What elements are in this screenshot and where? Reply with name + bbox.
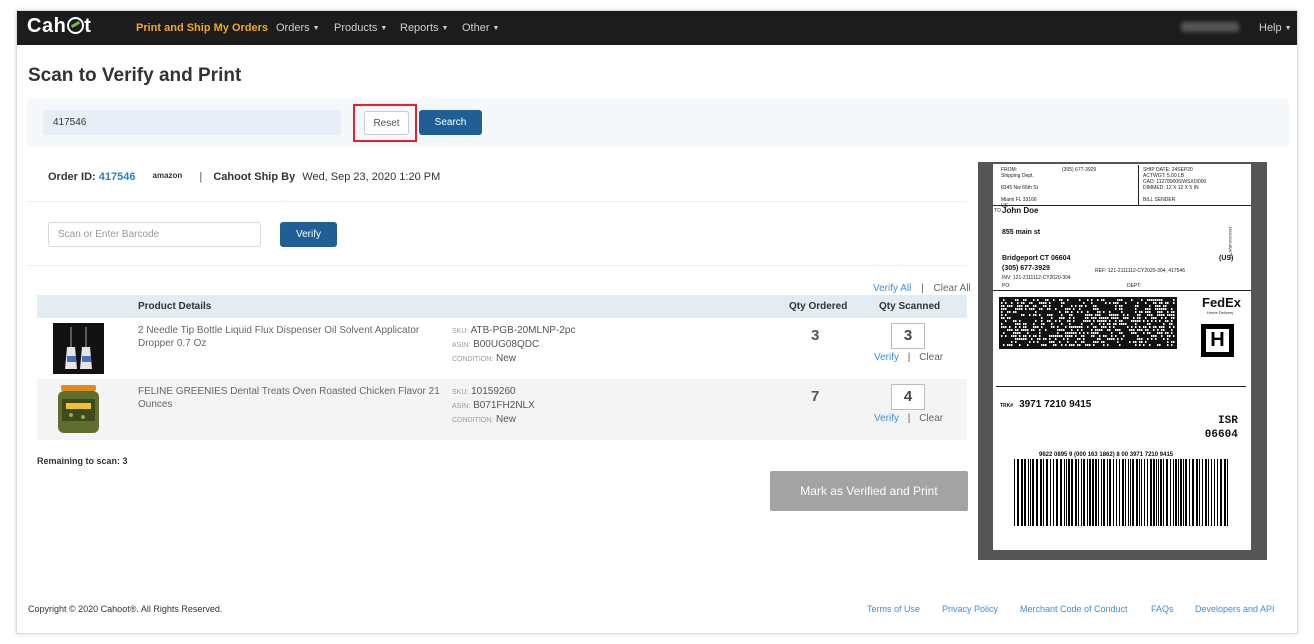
row-verify-link[interactable]: Verify <box>874 413 899 424</box>
table-row: 2 Needle Tip Bottle Liquid Flux Dispense… <box>37 318 967 379</box>
label-service: Home Delivery <box>1207 310 1234 315</box>
divider <box>27 201 967 202</box>
asin-value: B00UG08QDC <box>473 339 540 350</box>
nav-other[interactable]: Other ▼ <box>462 22 499 34</box>
product-title: FELINE GREENIES Dental Treats Oven Roast… <box>138 386 440 410</box>
ship-by-label: Cahoot Ship By <box>213 171 296 183</box>
label-recipient-city: Bridgeport CT 06604 <box>1002 255 1071 262</box>
row-actions: Verify | Clear <box>874 352 944 363</box>
nav-reports[interactable]: Reports ▼ <box>400 22 448 34</box>
table-row: FELINE GREENIES Dental Treats Oven Roast… <box>37 379 967 440</box>
label-2d-barcode <box>999 297 1177 349</box>
chevron-down-icon: ▼ <box>441 25 449 32</box>
product-image-flux-bottle <box>53 323 104 374</box>
qty-scanned-input[interactable]: 3 <box>891 323 925 349</box>
bulk-actions: Verify All | Clear All <box>873 283 971 294</box>
label-ref: REF: 121-2111112-CY2020-304, 417546 <box>1095 268 1185 274</box>
sku-value: 10159260 <box>471 386 516 397</box>
barcode-input[interactable] <box>48 222 261 247</box>
row-clear-link[interactable]: Clear <box>919 413 943 424</box>
footer-faqs-link[interactable]: FAQs <box>1151 604 1174 614</box>
condition-value: New <box>496 353 517 364</box>
cahoot-logo[interactable]: Cah t <box>27 15 91 38</box>
verify-barcode-button[interactable]: Verify <box>280 222 337 247</box>
fedex-logo: FedEx <box>1202 295 1242 310</box>
label-recipient-name: John Doe <box>1002 206 1039 215</box>
label-recipient-street: 855 main st <box>1002 229 1041 236</box>
qty-ordered-value: 3 <box>811 327 820 344</box>
col-product-details: Product Details <box>138 301 212 312</box>
label-from-address: FROM: Shipping Dept. 8345 Nw 66th St Mia… <box>1001 167 1038 209</box>
order-items-table: Product Details Qty Ordered Qty Scanned … <box>37 295 967 440</box>
label-to-tag: TO <box>994 208 1001 214</box>
label-ship-info: SHIP DATE: 24SEP20 ACTWGT: 5.00 LB CAD: … <box>1143 167 1207 203</box>
amazon-logo: amazon <box>152 171 183 180</box>
label-inv: INV: 121-2111112-CY2020-304 <box>1002 275 1071 281</box>
col-qty-ordered: Qty Ordered <box>789 301 848 312</box>
footer-developers-link[interactable]: Developers and API <box>1195 604 1275 614</box>
footer-terms-link[interactable]: Terms of Use <box>867 604 920 614</box>
clear-all-link[interactable]: Clear All <box>934 283 971 294</box>
ship-by-date: Wed, Sep 23, 2020 1:20 PM <box>302 171 441 183</box>
app-window: Cah t Print and Ship My Orders Orders ▼ Pr… <box>16 10 1298 634</box>
chevron-down-icon: ▼ <box>1284 25 1292 32</box>
chevron-down-icon: ▼ <box>492 25 500 32</box>
shipping-label-preview: FROM: Shipping Dept. 8345 Nw 66th St Mia… <box>978 162 1267 560</box>
order-id-label: Order ID: <box>48 171 96 183</box>
asin-value: B071FH2NLX <box>473 400 535 411</box>
search-button[interactable]: Search <box>419 110 482 135</box>
chevron-down-icon: ▼ <box>380 25 388 32</box>
order-header: Order ID: 417546 amazon | Cahoot Ship By… <box>48 171 440 183</box>
row-verify-link[interactable]: Verify <box>874 352 899 363</box>
nav-help[interactable]: Help ▼ <box>1259 22 1292 34</box>
nav-products[interactable]: Products ▼ <box>334 22 387 34</box>
page-title: Scan to Verify and Print <box>28 65 242 86</box>
user-menu-blurred[interactable] <box>1181 22 1239 32</box>
label-1d-barcode <box>1014 459 1228 526</box>
qty-ordered-value: 7 <box>811 388 820 405</box>
verify-all-link[interactable]: Verify All <box>873 283 911 294</box>
row-clear-link[interactable]: Clear <box>919 352 943 363</box>
chevron-down-icon: ▼ <box>312 25 320 32</box>
sku-value: ATB-PGB-20MLNP-2pc <box>470 325 576 336</box>
remaining-to-scan: Remaining to scan: 3 <box>37 456 128 466</box>
reset-button[interactable]: Reset <box>364 111 409 135</box>
divider <box>27 265 967 266</box>
label-po: PO: <box>1002 283 1011 289</box>
label-dept: DEPT: <box>1127 283 1142 289</box>
label-routing: ISR 06604 <box>1204 415 1238 441</box>
product-identifiers: SKU: 10159260 ASIN: B071FH2NLX CONDITION… <box>452 386 535 425</box>
label-recipient-phone: (305) 677-3929 <box>1002 265 1050 272</box>
product-image-greenies-jar <box>53 384 104 435</box>
table-header: Product Details Qty Ordered Qty Scanned <box>37 295 967 318</box>
footer-merchant-code-link[interactable]: Merchant Code of Conduct <box>1020 604 1128 614</box>
condition-value: New <box>496 414 517 425</box>
qty-scanned-input[interactable]: 4 <box>891 384 925 410</box>
label-side-code: J36G2/1E4B/8766 <box>1228 226 1233 259</box>
product-identifiers: SKU: ATB-PGB-20MLNP-2pc ASIN: B00UG08QDC… <box>452 325 576 364</box>
nav-orders[interactable]: Orders ▼ <box>276 22 320 34</box>
home-delivery-mark: H <box>1201 324 1234 357</box>
col-qty-scanned: Qty Scanned <box>879 301 941 312</box>
copyright: Copyright © 2020 Cahoot®. All Rights Res… <box>28 604 223 614</box>
order-search-input[interactable] <box>43 110 341 135</box>
product-title: 2 Needle Tip Bottle Liquid Flux Dispense… <box>138 325 420 349</box>
search-panel: Reset Search <box>27 99 1289 147</box>
order-id-link[interactable]: 417546 <box>99 171 136 183</box>
divider: | <box>199 171 203 183</box>
nav-print-ship[interactable]: Print and Ship My Orders <box>136 22 268 34</box>
top-navbar: Cah t Print and Ship My Orders Orders ▼ Pr… <box>17 11 1297 45</box>
row-actions: Verify | Clear <box>874 413 944 424</box>
mark-verified-print-button[interactable]: Mark as Verified and Print <box>770 471 968 511</box>
label-tracking: TRK# 3971 7210 9415 <box>1000 399 1092 410</box>
shipping-label: FROM: Shipping Dept. 8345 Nw 66th St Mia… <box>993 164 1251 550</box>
label-barcode-caption: 9622 0895 9 (000 163 1862) 8 00 3971 721… <box>1039 452 1174 458</box>
label-from-phone: (305) 677-3929 <box>1062 167 1097 173</box>
footer-privacy-link[interactable]: Privacy Policy <box>942 604 998 614</box>
